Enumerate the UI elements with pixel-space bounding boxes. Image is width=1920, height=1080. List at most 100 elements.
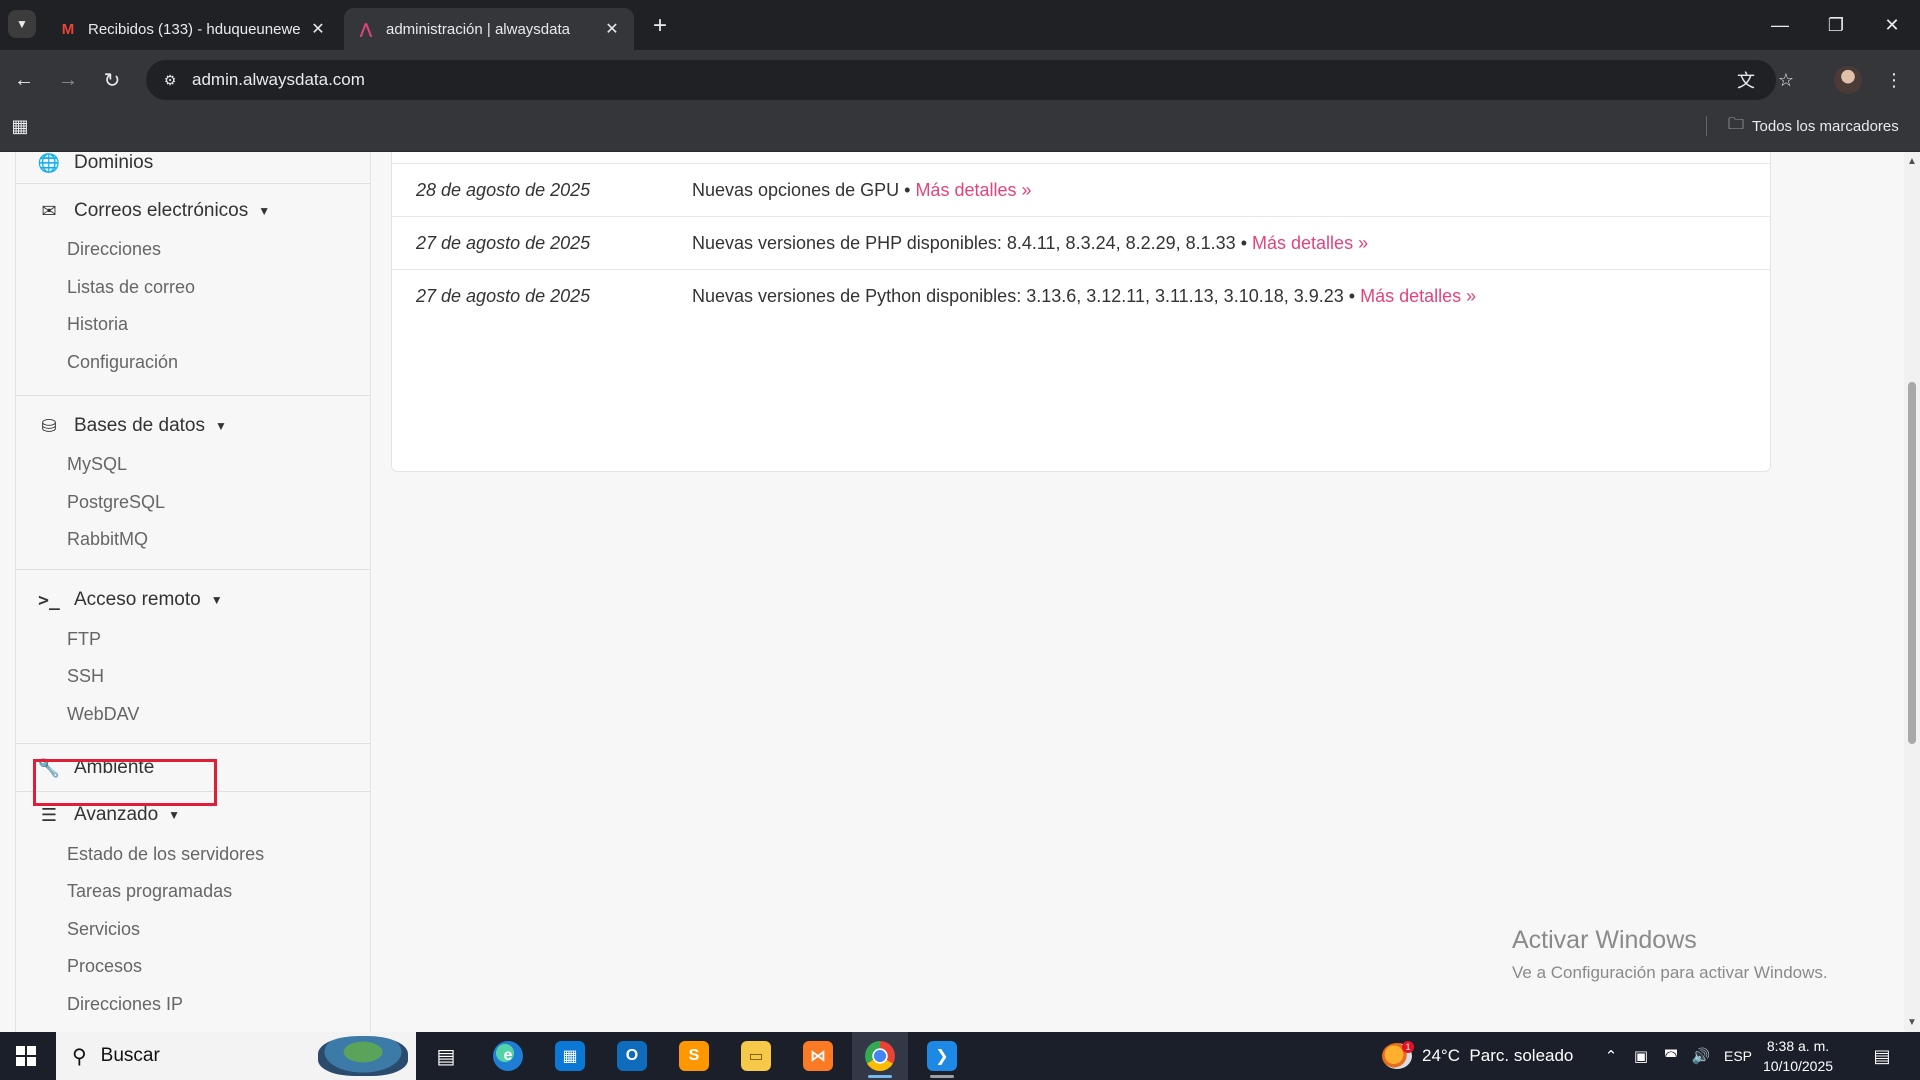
store-icon: ▦: [555, 1041, 585, 1071]
scroll-up-icon[interactable]: ▲: [1907, 156, 1917, 167]
all-bookmarks-button[interactable]: 🗀 Todos los marcadores: [1728, 114, 1899, 138]
all-bookmarks-label: Todos los marcadores: [1752, 117, 1899, 135]
sidebar-section-domains: 🌐 Dominios: [16, 152, 371, 184]
notifications-icon[interactable]: ▤: [1862, 1032, 1902, 1080]
profile-avatar[interactable]: [1834, 66, 1862, 94]
sidebar-item-services[interactable]: Servicios: [67, 914, 140, 944]
watermark-subtitle: Ve a Configuración para activar Windows.: [1512, 963, 1828, 982]
tab-title: Recibidos (133) - hduqueunewe: [88, 20, 301, 38]
sidebar-item-server-status[interactable]: Estado de los servidores: [67, 839, 264, 869]
taskbar-clock[interactable]: 8:38 a. m. 10/10/2025: [1762, 1036, 1834, 1076]
sidebar-item-mysql[interactable]: MySQL: [67, 449, 127, 479]
input-language[interactable]: ESP: [1724, 1032, 1752, 1080]
bookmarks-bar: [0, 108, 1920, 152]
close-tab-icon[interactable]: ✕: [308, 19, 328, 39]
sidebar-item-rabbitmq[interactable]: RabbitMQ: [67, 524, 148, 554]
menu-kebab-icon[interactable]: ⋮: [1880, 66, 1908, 94]
address-bar[interactable]: ⚙ admin.alwaysdata.com: [146, 60, 1776, 100]
taskbar-app-outlook[interactable]: O: [604, 1032, 660, 1080]
taskbar-app-chrome[interactable]: [852, 1032, 908, 1080]
sidebar-item-ssh[interactable]: SSH: [67, 661, 104, 691]
sidebar-item-configuration[interactable]: Configuración: [67, 347, 178, 377]
sidebar-item-addresses[interactable]: Direcciones: [67, 234, 161, 264]
weather-widget[interactable]: 1 24°C Parc. soleado: [1382, 1032, 1573, 1080]
sidebar-item-history[interactable]: Historia: [67, 309, 128, 339]
sidebar-item-email[interactable]: ✉ Correos electrónicos ▼: [36, 196, 270, 226]
sidebar-item-scheduled-tasks[interactable]: Tareas programadas: [67, 876, 232, 906]
taskbar-search[interactable]: ⚲ Buscar: [56, 1032, 416, 1080]
alwaysdata-icon: ⋀: [359, 21, 373, 38]
folder-icon: ▭: [741, 1041, 771, 1071]
start-button[interactable]: [0, 1032, 52, 1080]
news-text: Nuevas versiones de PHP disponibles: 8.4…: [692, 233, 1368, 254]
minimize-button[interactable]: —: [1752, 0, 1808, 50]
close-window-button[interactable]: ✕: [1864, 0, 1920, 50]
scroll-down-icon[interactable]: ▼: [1907, 1017, 1917, 1028]
taskbar-app-vscode[interactable]: ❯: [914, 1032, 970, 1080]
sidebar-item-remote-access[interactable]: >_ Acceso remoto ▼: [36, 585, 223, 615]
taskbar-app-sublime[interactable]: S: [666, 1032, 722, 1080]
news-date: 27 de agosto de 2025: [416, 232, 591, 253]
reload-button[interactable]: ↻: [96, 64, 128, 96]
taskbar-app-xampp[interactable]: ⋈: [790, 1032, 846, 1080]
news-text-body: Nuevas versiones de Python disponibles: …: [692, 286, 1356, 306]
show-hidden-icons-chevron-icon[interactable]: ⌃: [1598, 1032, 1624, 1080]
news-text-body: Nuevas versiones de PHP disponibles: 8.4…: [692, 232, 1247, 253]
restore-button[interactable]: ❐: [1808, 0, 1864, 50]
taskbar-app-store[interactable]: ▦: [542, 1032, 598, 1080]
taskbar-app-file-explorer[interactable]: ▭: [728, 1032, 784, 1080]
site-info-icon[interactable]: ⚙: [160, 70, 180, 90]
url-text[interactable]: admin.alwaysdata.com: [192, 70, 365, 90]
meet-now-icon[interactable]: ▣: [1628, 1032, 1654, 1080]
sidebar-section-label: Avanzado: [74, 804, 159, 825]
wifi-icon[interactable]: ◚: [1658, 1032, 1684, 1080]
bookmark-star-icon[interactable]: ☆: [1772, 66, 1800, 94]
tab-search-button[interactable]: ▼: [8, 10, 36, 38]
sidebar-item-postgresql[interactable]: PostgreSQL: [67, 487, 165, 517]
sidebar-item-processes[interactable]: Procesos: [67, 951, 142, 981]
page-scrollbar[interactable]: ▲ ▼: [1904, 152, 1920, 1032]
tab-gmail[interactable]: M Recibidos (133) - hduqueunewe ✕: [46, 8, 340, 50]
tab-title: administración | alwaysdata: [386, 20, 570, 38]
page-viewport: 🌐 Dominios ✉ Correos electrónicos ▼ Dire…: [0, 152, 1904, 1032]
volume-icon[interactable]: 🔊: [1688, 1032, 1714, 1080]
scrollbar-thumb[interactable]: [1908, 382, 1916, 744]
task-view-button[interactable]: ▤: [418, 1032, 474, 1080]
watermark-title: Activar Windows: [1512, 926, 1697, 954]
sidebar-item-webdav[interactable]: WebDAV: [67, 699, 139, 729]
sidebar-item-ip-addresses[interactable]: Direcciones IP: [67, 989, 183, 1019]
more-details-link[interactable]: Más detalles »: [915, 180, 1031, 200]
browser-tabstrip: ▼ M Recibidos (133) - hduqueunewe ✕ ⋀ ad…: [0, 0, 1920, 50]
sidebar-item-ftp[interactable]: FTP: [67, 624, 101, 654]
new-tab-button[interactable]: +: [646, 12, 674, 40]
close-tab-icon[interactable]: ✕: [602, 19, 622, 39]
news-text: Nuevas versiones de Python disponibles: …: [692, 286, 1476, 307]
envelope-icon: ✉: [41, 200, 57, 221]
more-details-link[interactable]: Más detalles »: [1252, 233, 1368, 253]
caret-down-icon: ▼: [214, 419, 227, 433]
sidebar: 🌐 Dominios ✉ Correos electrónicos ▼ Dire…: [15, 152, 371, 1032]
news-panel: 28 de agosto de 2025 Nuevas opciones de …: [391, 152, 1771, 472]
apps-grid-icon[interactable]: ▦: [8, 114, 32, 138]
forward-button[interactable]: →: [52, 64, 84, 96]
sidebar-item-mailing-lists[interactable]: Listas de correo: [67, 272, 195, 302]
translate-icon[interactable]: 文: [1732, 66, 1760, 94]
caret-down-icon: ▼: [168, 808, 181, 822]
vscode-icon: ❯: [927, 1041, 957, 1071]
caret-down-icon: ▼: [210, 593, 223, 607]
folder-icon: 🗀: [1728, 115, 1745, 133]
terminal-icon: >_: [38, 589, 60, 611]
tab-alwaysdata[interactable]: ⋀ administración | alwaysdata ✕: [344, 8, 634, 50]
taskbar-app-edge[interactable]: e: [480, 1032, 536, 1080]
back-button[interactable]: ←: [8, 64, 40, 96]
more-details-link[interactable]: Más detalles »: [1360, 286, 1476, 306]
sidebar-section-databases: ⛁ Bases de datos ▼ MySQL PostgreSQL Rabb…: [16, 396, 371, 570]
sidebar-section-label: Correos electrónicos: [74, 200, 249, 221]
edge-icon: e: [493, 1041, 523, 1071]
search-label: Buscar: [100, 1045, 160, 1066]
task-view-icon: ▤: [436, 1045, 456, 1068]
sidebar-item-domains[interactable]: 🌐 Dominios: [36, 152, 153, 178]
sidebar-section-email: ✉ Correos electrónicos ▼ Direcciones Lis…: [16, 184, 371, 396]
sidebar-section-label: Acceso remoto: [74, 589, 201, 610]
sidebar-item-databases[interactable]: ⛁ Bases de datos ▼: [36, 411, 227, 441]
